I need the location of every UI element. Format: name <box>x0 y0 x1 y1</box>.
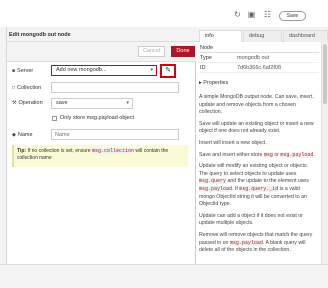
tag-icon: ◆ <box>12 132 16 138</box>
help-paragraph: Save will update an existing object or i… <box>199 121 316 136</box>
editor-title: Edit mongodb out node <box>9 32 71 38</box>
server-select-value: Add new mongodb... <box>56 67 107 73</box>
cancel-button[interactable]: Cancel <box>138 46 165 57</box>
help-paragraph: Remove will remove objects that match th… <box>199 232 316 255</box>
sidebar-tab-bar: info debug dashboard <box>196 27 328 42</box>
prop-key: ID <box>200 65 206 71</box>
workspace-gutter <box>0 27 7 264</box>
editor-header: Edit mongodb out node <box>7 27 196 42</box>
server-select[interactable]: Add new mongodb... ▾ <box>51 65 157 76</box>
table-row: Type mongodb out <box>199 54 319 63</box>
properties-label: Properties <box>203 80 229 86</box>
deploy-button[interactable]: Save <box>279 11 306 21</box>
collection-label: □ Collection <box>12 85 41 91</box>
prop-value: 7d6b366c.6af2f08 <box>237 65 282 71</box>
chevron-down-icon: ▾ <box>126 100 129 106</box>
node-help-text: A simple MongoDB output node. Can save, … <box>199 94 316 259</box>
help-code: msg.query._id <box>239 185 279 192</box>
tab-dashboard[interactable]: dashboard <box>283 30 328 42</box>
tab-debug[interactable]: debug <box>243 30 282 42</box>
help-code: msg.query <box>199 178 227 185</box>
tip-prefix: Tip: <box>17 148 27 154</box>
name-label-text: Name <box>17 132 33 138</box>
payload-only-checkbox[interactable] <box>52 116 57 121</box>
server-icon: ■ <box>12 68 16 74</box>
help-text: Insert will insert a new object. <box>199 139 267 146</box>
help-text: Update will modify an existing object or… <box>199 163 308 177</box>
help-text: A simple MongoDB output node. Can save, … <box>199 94 314 116</box>
prop-key: Type <box>200 55 212 61</box>
done-button[interactable]: Done <box>171 46 195 57</box>
tip-box: Tip: If no collection is set, ensure msg… <box>12 145 188 167</box>
props-header: Node <box>199 44 319 53</box>
help-paragraph: Save and insert either store msg or msg.… <box>199 151 316 160</box>
edit-server-button[interactable]: ✎ <box>160 64 176 78</box>
collection-label-text: Collection <box>17 85 42 91</box>
payload-only-label: Only store msg.payload object <box>60 115 134 121</box>
help-paragraph: A simple MongoDB output node. Can save, … <box>199 94 316 117</box>
help-text: Save will update an existing object or i… <box>199 120 314 135</box>
operation-label-text: Operation <box>18 100 43 106</box>
editor-button-row: Cancel Done <box>7 42 196 62</box>
help-text: Save and insert either store <box>199 151 264 158</box>
bottom-bar <box>0 264 328 288</box>
help-text: Update can add a object if it does not e… <box>199 212 303 227</box>
operation-select[interactable]: save ▾ <box>51 98 133 109</box>
help-code: msg.payload <box>199 185 233 192</box>
table-row: ID 7d6b366c.6af2f08 <box>199 64 319 73</box>
settings-icon[interactable]: ☷ <box>263 10 272 19</box>
scroll-thumb[interactable] <box>323 44 327 104</box>
pencil-icon: ✎ <box>165 67 171 74</box>
help-code: msg <box>263 151 273 158</box>
props-header-label: Node <box>200 45 214 51</box>
help-code: msg.payload <box>280 151 314 158</box>
name-label: ◆ Name <box>12 132 33 138</box>
layout-icon[interactable]: ▣ <box>247 10 256 19</box>
help-code: msg.payload <box>229 239 263 246</box>
help-paragraph: Update will modify an existing object or… <box>199 163 316 209</box>
tab-info[interactable]: info <box>199 30 242 42</box>
operation-label: ⚒ Operation <box>12 100 43 106</box>
refresh-icon[interactable]: ↻ <box>233 10 242 19</box>
wrench-icon: ⚒ <box>12 100 17 106</box>
info-sidebar: Node Type mongodb out ID 7d6b366c.6af2f0… <box>196 42 321 264</box>
operation-select-value: save <box>56 100 68 106</box>
server-label: ■ Server <box>12 68 33 74</box>
server-label-text: Server <box>17 68 34 74</box>
tip-text: If no collection is set, ensure <box>26 148 92 154</box>
chevron-down-icon: ▾ <box>150 67 153 73</box>
help-text: . <box>313 151 315 158</box>
name-input[interactable] <box>51 129 179 140</box>
help-paragraph: Update can add a object if it does not e… <box>199 213 316 228</box>
prop-value: mongodb out <box>237 55 270 61</box>
properties-toggle[interactable]: ▸ Properties <box>199 80 228 86</box>
header-toolbar: ↻ ▣ ☷ Save <box>0 0 328 27</box>
sidebar-scrollbar[interactable] <box>321 42 328 264</box>
collection-input[interactable] <box>51 82 179 93</box>
tip-code: msg.collection <box>91 148 134 154</box>
file-icon: □ <box>12 85 16 91</box>
help-paragraph: Insert will insert a new object. <box>199 140 316 148</box>
help-text: and the update to the element uses <box>226 178 309 185</box>
